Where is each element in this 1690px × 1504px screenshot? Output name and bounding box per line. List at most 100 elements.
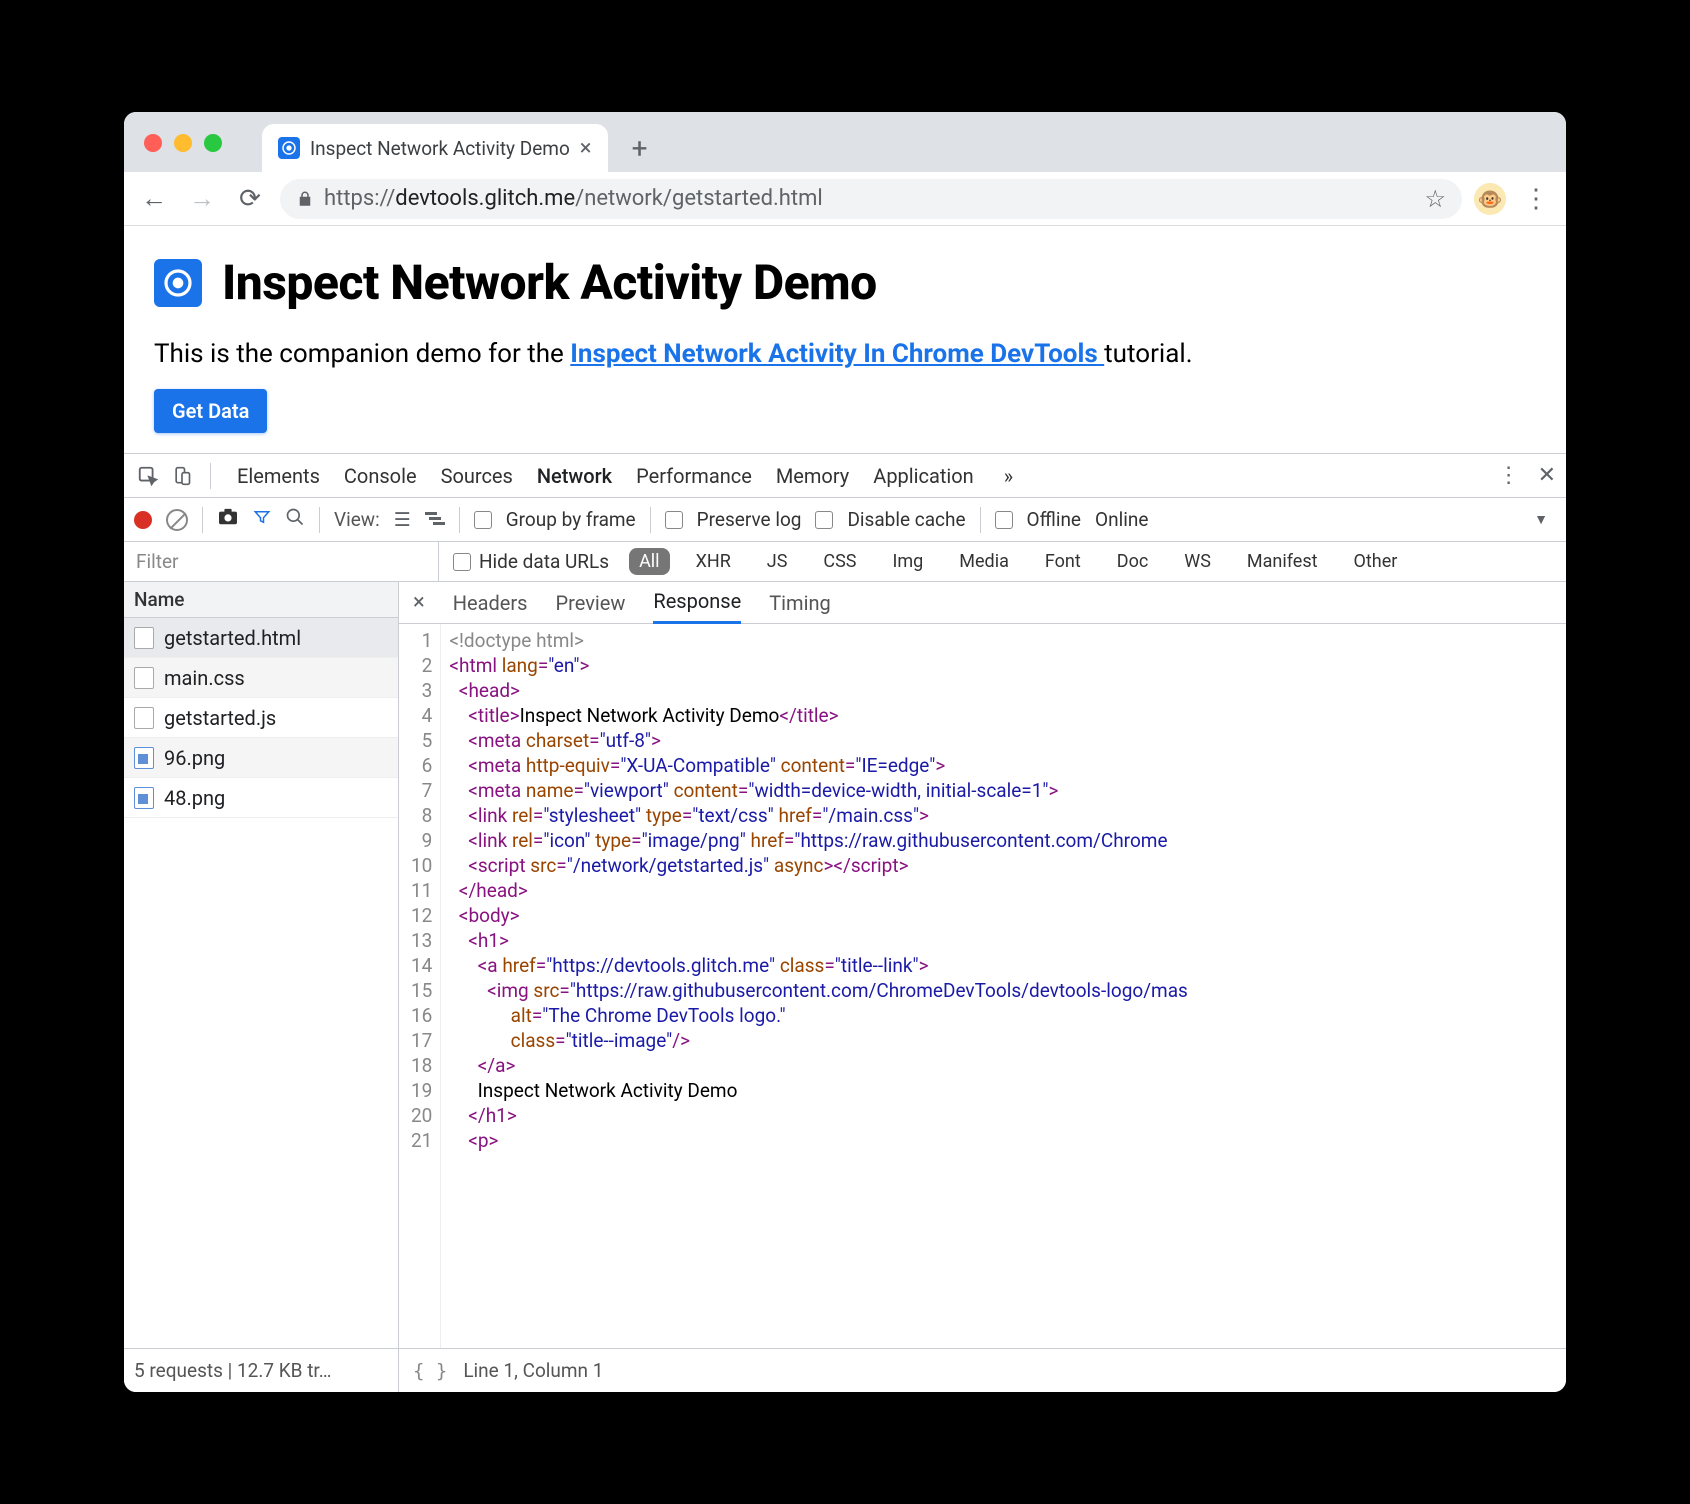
panel-tab-network[interactable]: Network	[525, 454, 624, 498]
request-row[interactable]: getstarted.js	[124, 698, 398, 738]
overflow-panels[interactable]: »	[992, 454, 1025, 498]
filter-types: All XHR JS CSS Img Media Font Doc WS Manifest Othe…	[629, 548, 1407, 575]
panel-tab-application[interactable]: Application	[861, 454, 985, 498]
document-file-icon	[134, 667, 154, 689]
view-label: View:	[334, 508, 380, 531]
status-bar: 5 requests | 12.7 KB tr… { } Line 1, Col…	[124, 1348, 1566, 1392]
back-button[interactable]: ←	[136, 181, 172, 217]
filter-input[interactable]	[124, 542, 439, 582]
request-list-header[interactable]: Name	[124, 582, 398, 618]
detail-tabs: × Headers Preview Response Timing	[399, 582, 1566, 624]
disable-cache-label: Disable cache	[847, 508, 965, 531]
network-toolbar: View: ☰ Group by frame Preserve log Disa…	[124, 498, 1566, 542]
cursor-position: Line 1, Column 1	[463, 1359, 603, 1382]
filter-type-media[interactable]: Media	[949, 548, 1019, 575]
hide-data-urls-checkbox[interactable]	[453, 553, 471, 571]
image-file-icon	[134, 747, 154, 769]
document-file-icon	[134, 707, 154, 729]
request-name: getstarted.js	[164, 706, 276, 730]
offline-checkbox[interactable]	[995, 511, 1013, 529]
inspect-element-icon[interactable]	[134, 462, 162, 490]
devtools-menu-icon[interactable]: ⋮	[1498, 463, 1520, 488]
panel-tab-memory[interactable]: Memory	[764, 454, 861, 498]
devtools-close-icon[interactable]: ✕	[1538, 463, 1556, 488]
reload-button[interactable]: ⟳	[232, 181, 268, 217]
page-content: Inspect Network Activity Demo This is th…	[124, 226, 1566, 453]
panel-tab-performance[interactable]: Performance	[624, 454, 764, 498]
address-bar[interactable]: https://devtools.glitch.me/network/getst…	[280, 179, 1462, 219]
devtools-panel: ElementsConsoleSourcesNetworkPerformance…	[124, 453, 1566, 1392]
group-by-frame-checkbox[interactable]	[474, 511, 492, 529]
url-text: https://devtools.glitch.me/network/getst…	[324, 186, 823, 211]
preserve-log-checkbox[interactable]	[665, 511, 683, 529]
network-filter-bar: Hide data URLs AllXHRJSCSSImgMediaFontDo…	[124, 542, 1566, 582]
tab-close-icon[interactable]: ×	[580, 136, 592, 161]
browser-toolbar: ← → ⟳ https://devtools.glitch.me/network…	[124, 172, 1566, 226]
filter-type-all[interactable]: All	[629, 548, 670, 575]
panel-tab-elements[interactable]: Elements	[225, 454, 332, 498]
filter-type-img[interactable]: Img	[883, 548, 934, 575]
forward-button[interactable]: →	[184, 181, 220, 217]
panel-tab-console[interactable]: Console	[332, 454, 429, 498]
filter-type-css[interactable]: CSS	[813, 548, 866, 575]
browser-tab[interactable]: Inspect Network Activity Demo ×	[262, 124, 608, 172]
profile-avatar[interactable]: 🐵	[1474, 183, 1506, 215]
chrome-window: Inspect Network Activity Demo × + ← → ⟳ …	[124, 112, 1566, 1392]
panel-tab-sources[interactable]: Sources	[429, 454, 525, 498]
document-file-icon	[134, 627, 154, 649]
filter-type-xhr[interactable]: XHR	[686, 548, 741, 575]
chrome-menu-button[interactable]: ⋮	[1518, 181, 1554, 217]
devtools-logo-icon	[154, 259, 202, 307]
new-tab-button[interactable]: +	[620, 128, 660, 168]
request-list: Name getstarted.html main.css getstarted.j…	[124, 582, 399, 1348]
screenshot-icon[interactable]	[217, 508, 239, 531]
throttling-dropdown-icon[interactable]: ▼	[1534, 511, 1548, 528]
page-intro: This is the companion demo for the Inspe…	[154, 339, 1536, 369]
filter-type-font[interactable]: Font	[1035, 548, 1091, 575]
disable-cache-checkbox[interactable]	[815, 511, 833, 529]
close-detail-icon[interactable]: ×	[413, 590, 425, 615]
detail-tab-response[interactable]: Response	[653, 582, 741, 624]
waterfall-icon[interactable]	[425, 508, 445, 531]
clear-button[interactable]	[166, 509, 188, 531]
filter-type-manifest[interactable]: Manifest	[1237, 548, 1328, 575]
preserve-log-label: Preserve log	[697, 508, 802, 531]
close-window-button[interactable]	[144, 134, 162, 152]
detail-tab-headers[interactable]: Headers	[453, 582, 528, 624]
pretty-print-icon[interactable]: { }	[413, 1360, 447, 1382]
traffic-lights	[144, 134, 222, 152]
online-label: Online	[1095, 508, 1148, 531]
request-name: 96.png	[164, 746, 225, 770]
maximize-window-button[interactable]	[204, 134, 222, 152]
request-row[interactable]: 96.png	[124, 738, 398, 778]
response-source[interactable]: 123456789101112131415161718192021 <!doct…	[399, 624, 1566, 1348]
page-title: Inspect Network Activity Demo	[154, 254, 1536, 311]
detail-tab-preview[interactable]: Preview	[556, 582, 626, 624]
get-data-button[interactable]: Get Data	[154, 389, 267, 433]
group-by-frame-label: Group by frame	[506, 508, 636, 531]
filter-toggle-icon[interactable]	[253, 508, 271, 531]
source-code: <!doctype html><html lang="en"> <head> <…	[441, 624, 1187, 1348]
line-gutter: 123456789101112131415161718192021	[399, 624, 441, 1348]
filter-type-ws[interactable]: WS	[1174, 548, 1221, 575]
record-button[interactable]	[134, 511, 152, 529]
detail-tab-timing[interactable]: Timing	[769, 582, 830, 624]
search-icon[interactable]	[285, 507, 305, 532]
filter-type-js[interactable]: JS	[757, 548, 798, 575]
devtools-panel-tabs: ElementsConsoleSourcesNetworkPerformance…	[225, 454, 986, 498]
tab-strip: Inspect Network Activity Demo × +	[124, 112, 1566, 172]
lock-icon	[296, 190, 314, 208]
request-row[interactable]: 48.png	[124, 778, 398, 818]
bookmark-star-icon[interactable]: ☆	[1424, 185, 1446, 213]
request-name: 48.png	[164, 786, 225, 810]
request-row[interactable]: getstarted.html	[124, 618, 398, 658]
tutorial-link[interactable]: Inspect Network Activity In Chrome DevTo…	[570, 339, 1104, 369]
minimize-window-button[interactable]	[174, 134, 192, 152]
filter-type-other[interactable]: Other	[1344, 548, 1408, 575]
device-toggle-icon[interactable]	[168, 462, 196, 490]
request-name: main.css	[164, 666, 245, 690]
request-row[interactable]: main.css	[124, 658, 398, 698]
filter-type-doc[interactable]: Doc	[1107, 548, 1159, 575]
tab-title: Inspect Network Activity Demo	[310, 137, 570, 160]
large-rows-icon[interactable]: ☰	[394, 508, 411, 531]
